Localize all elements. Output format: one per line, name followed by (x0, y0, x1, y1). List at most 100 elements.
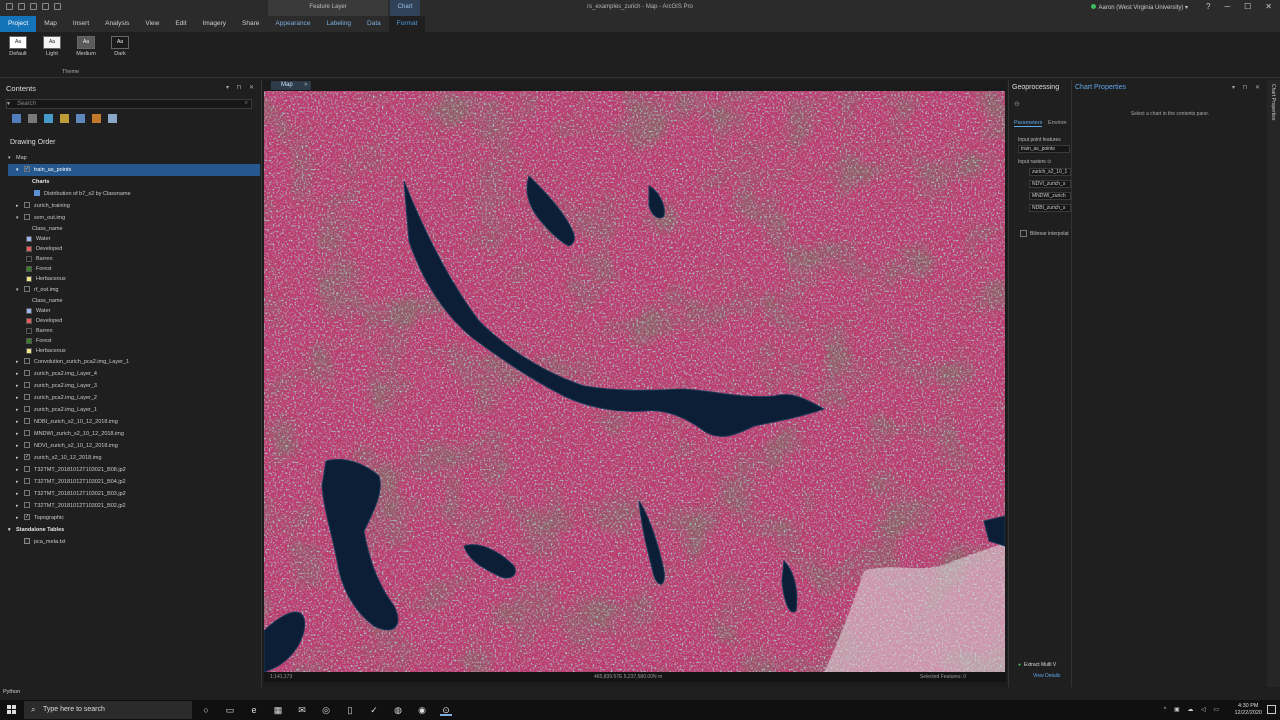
chevron-right-icon[interactable]: ▸ (16, 455, 19, 461)
list-by-drawing-order-icon[interactable] (12, 114, 21, 123)
chevron-right-icon[interactable]: ▸ (16, 395, 19, 401)
toc-layer-row[interactable]: ▾ ✓ train_as_points (8, 164, 260, 176)
tab-edit[interactable]: Edit (167, 16, 194, 32)
chevron-right-icon[interactable]: ▸ (16, 491, 19, 497)
tab-format[interactable]: Format (388, 16, 426, 32)
visibility-checkbox[interactable] (24, 286, 30, 292)
maximize-button[interactable]: ☐ (1244, 2, 1251, 11)
tab-share[interactable]: Share (234, 16, 267, 32)
help-icon[interactable]: ? (1206, 2, 1210, 11)
toc-layer-row[interactable]: Charts (8, 176, 260, 188)
toc-layer-row[interactable]: ▾ rf_out.img (8, 284, 260, 296)
toc-layer-row[interactable]: ▸ zurich_pca2.img_Layer_1 (8, 404, 260, 416)
visibility-checkbox[interactable] (24, 214, 30, 220)
notification-icon[interactable] (1267, 705, 1276, 714)
toc-layer-row[interactable]: ▸ T32TMT_20181012T103021_B03.jp2 (8, 488, 260, 500)
tab-insert[interactable]: Insert (65, 16, 97, 32)
tab-labeling[interactable]: Labeling (318, 16, 359, 32)
firefox-icon[interactable]: ◉ (416, 704, 428, 716)
visibility-checkbox[interactable] (24, 442, 30, 448)
chevron-down-icon[interactable]: ▾ (8, 155, 11, 161)
theme-medium-button[interactable]: Aa Medium (74, 36, 98, 57)
minimize-button[interactable]: ─ (1224, 2, 1230, 11)
mail-icon[interactable]: ✉ (296, 704, 308, 716)
visibility-checkbox[interactable] (24, 406, 30, 412)
list-by-selection-icon[interactable] (44, 114, 53, 123)
chevron-down-icon[interactable]: ▾ (16, 215, 19, 221)
visibility-checkbox[interactable]: ✓ (24, 166, 30, 172)
todo-icon[interactable]: ✓ (368, 704, 380, 716)
tab-appearance[interactable]: Appearance (267, 16, 318, 32)
visibility-checkbox[interactable] (24, 370, 30, 376)
toc-layer-row[interactable]: ▸ zurich_pca2.img_Layer_2 (8, 392, 260, 404)
chevron-right-icon[interactable]: ▸ (16, 203, 19, 209)
raster-field[interactable]: NDBI_zurich_s (1029, 204, 1071, 212)
user-account[interactable]: Aaron (West Virginia University) ▾ (1091, 4, 1188, 11)
visibility-checkbox[interactable] (24, 478, 30, 484)
pane-controls[interactable]: ▾ ⊓ ✕ (1232, 84, 1263, 91)
app-icon[interactable]: ◍ (392, 704, 404, 716)
toc-layer-row[interactable]: ▸ T32TMT_20181012T103021_B02.jp2 (8, 500, 260, 512)
store-icon[interactable]: ▦ (272, 704, 284, 716)
chevron-right-icon[interactable]: ▸ (16, 443, 19, 449)
toc-layer-row[interactable]: ▸ Convolution_zurich_pca2.img_Layer_1 (8, 356, 260, 368)
map-canvas[interactable] (264, 91, 1005, 672)
tab-environments[interactable]: Environ (1048, 120, 1067, 126)
input-features-field[interactable]: train_as_points (1018, 145, 1070, 153)
list-by-perspective-icon[interactable] (108, 114, 117, 123)
visibility-checkbox[interactable]: ✓ (24, 454, 30, 460)
toc-layer-row[interactable]: ▸ MNDWI_zurich_s2_10_12_2018.img (8, 428, 260, 440)
visibility-checkbox[interactable] (24, 466, 30, 472)
visibility-checkbox[interactable] (24, 490, 30, 496)
list-by-editing-icon[interactable] (60, 114, 69, 123)
visibility-checkbox[interactable] (24, 502, 30, 508)
cortana-icon[interactable]: ○ (200, 704, 212, 716)
toc-layer-row[interactable]: ▸ NDBI_zurich_s2_10_12_2018.img (8, 416, 260, 428)
list-by-labeling-icon[interactable] (92, 114, 101, 123)
chevron-right-icon[interactable]: ▸ (16, 431, 19, 437)
toc-layer-row[interactable]: ▸ ✓ zurich_s2_10_12_2018.img (8, 452, 260, 464)
tab-data[interactable]: Data (359, 16, 389, 32)
file-explorer-icon[interactable]: ▯ (344, 704, 356, 716)
back-icon[interactable]: ⊖ (1014, 100, 1020, 108)
chevron-down-icon[interactable]: ▾ (8, 527, 11, 533)
taskbar-clock[interactable]: 4:30 PM 12/22/2020 (1234, 703, 1262, 717)
view-details-link[interactable]: View Details (1033, 673, 1060, 679)
toc-layer-row[interactable]: ▸ zurich_training (8, 200, 260, 212)
visibility-checkbox[interactable] (24, 394, 30, 400)
toc-layer-row[interactable]: ▾ Map (8, 152, 260, 164)
tab-parameters[interactable]: Parameters (1014, 120, 1043, 127)
task-view-icon[interactable]: ▭ (224, 704, 236, 716)
chevron-down-icon[interactable]: ▾ (16, 167, 19, 173)
chevron-right-icon[interactable]: ▸ (16, 359, 19, 365)
tab-project[interactable]: Project (0, 16, 37, 32)
toc-layer-row[interactable]: ▸ zurich_pca2.img_Layer_4 (8, 368, 260, 380)
visibility-checkbox[interactable] (24, 430, 30, 436)
taskbar-search-input[interactable]: ⌕ Type here to search (24, 701, 192, 719)
chevron-right-icon[interactable]: ▸ (16, 503, 19, 509)
chrome-icon[interactable]: ◎ (320, 704, 332, 716)
pane-controls[interactable]: ▾ ⊓ ✕ (226, 84, 257, 91)
tab-map[interactable]: Map ✕ (271, 81, 311, 90)
toc-layer-row[interactable]: ▸ NDVI_zurich_s2_10_12_2018.img (8, 440, 260, 452)
edge-icon[interactable]: e (248, 704, 260, 716)
tab-analysis[interactable]: Analysis (97, 16, 137, 32)
contents-search-input[interactable]: Search ⌕ (6, 99, 252, 109)
visibility-checkbox[interactable] (24, 418, 30, 424)
theme-default-button[interactable]: Aa Default (6, 36, 30, 57)
tab-imagery[interactable]: Imagery (195, 16, 234, 32)
map-scale[interactable]: 1:141,173 (270, 674, 292, 680)
search-icon[interactable]: ⌕ (245, 100, 248, 107)
raster-field[interactable]: zurich_s2_10_1 (1029, 168, 1071, 176)
chevron-right-icon[interactable]: ▸ (16, 467, 19, 473)
arcgis-pro-icon[interactable]: ⊙ (440, 704, 452, 716)
windows-start-icon[interactable] (7, 705, 16, 714)
visibility-checkbox[interactable] (24, 382, 30, 388)
chevron-down-icon[interactable]: ▾ (16, 287, 19, 293)
toc-layer-row[interactable]: ▸ T32TMT_20181012T103021_B08.jp2 (8, 464, 260, 476)
chevron-right-icon[interactable]: ▸ (16, 383, 19, 389)
visibility-checkbox[interactable] (24, 202, 30, 208)
theme-dark-button[interactable]: Aa Dark (108, 36, 132, 57)
chevron-right-icon[interactable]: ▸ (16, 419, 19, 425)
toc-layer-row[interactable]: ▾ Standalone Tables (8, 524, 260, 536)
